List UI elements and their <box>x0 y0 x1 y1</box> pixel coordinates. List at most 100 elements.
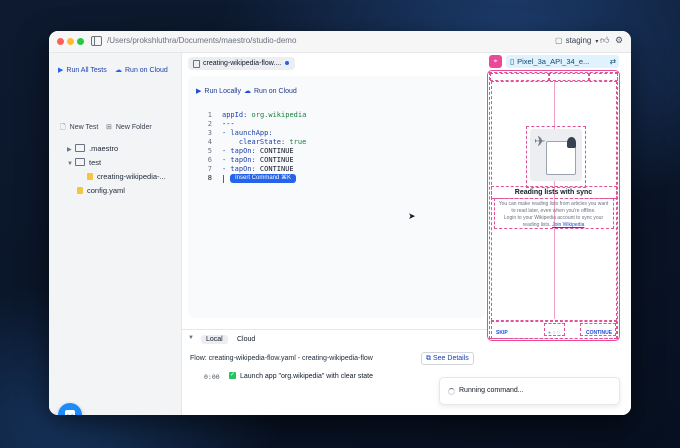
code-key: appId: <box>222 111 248 119</box>
chevron-right-icon: ▶ <box>67 147 72 153</box>
bookmark-icon <box>567 137 576 148</box>
see-details-label: See Details <box>433 355 469 362</box>
new-test-button[interactable]: 🗋︎ New Test <box>60 123 98 134</box>
new-file-icon: 🗋︎ <box>60 124 66 131</box>
body-line: You can make reading lists from articles… <box>498 201 609 207</box>
code-line: 1 appId: org.wikipedia <box>198 111 307 120</box>
tab-cloud[interactable]: Cloud <box>232 335 260 344</box>
zoom-window-button[interactable] <box>77 38 84 45</box>
code-value: true <box>285 138 307 146</box>
tree-item-test[interactable]: ▼ test <box>67 158 101 167</box>
running-command-toast: Running command... <box>439 377 620 405</box>
reading-list-illustration: ✈ <box>530 129 582 181</box>
new-folder-button[interactable]: ⊞ New Folder <box>106 123 152 131</box>
code-key: - tapOn: <box>222 165 256 173</box>
code-key: - tapOn: <box>222 156 256 164</box>
step-time: 0:00 <box>204 373 220 381</box>
chat-icon <box>65 410 75 415</box>
skip-button[interactable]: SKIP <box>496 330 508 336</box>
sidebar-run-on-cloud-button[interactable]: ☁ Run on Cloud <box>115 66 168 74</box>
code-line: 2 --- <box>198 120 306 129</box>
sidebar-run-on-cloud-label: Run on Cloud <box>125 67 168 74</box>
studio-window: /Users/prokshluthra/Documents/maestro/st… <box>49 31 631 415</box>
new-folder-icon: ⊞ <box>106 124 112 131</box>
toast-label: Running command... <box>459 387 524 394</box>
minimize-window-button[interactable] <box>67 38 74 45</box>
editor-card: ▶ Run Locally ☁ Run on Cloud 1 appId: org.w… <box>188 76 485 318</box>
new-folder-label: New Folder <box>115 124 152 131</box>
text-cursor <box>223 175 224 183</box>
folder-icon <box>75 158 85 166</box>
code-text: --- <box>222 120 235 128</box>
tree-item-label: config.yaml <box>87 186 125 195</box>
code-line: 5 - tapOn: CONTINUE <box>198 147 306 156</box>
folder-icon <box>75 144 85 152</box>
environment-select[interactable]: ▢ staging ▾ <box>555 36 598 45</box>
device-name: Pixel_3a_API_34_e... <box>517 57 590 66</box>
run-locally-button[interactable]: ▶ Run Locally <box>196 87 241 95</box>
line-number: 5 <box>207 147 212 155</box>
phone-icon: ▯ <box>510 57 515 66</box>
line-number: 8 <box>207 174 212 182</box>
tab-local[interactable]: Local <box>201 335 228 344</box>
inspector-box <box>490 73 550 81</box>
line-number: 3 <box>207 129 212 137</box>
close-window-button[interactable] <box>57 38 64 45</box>
spinner-icon <box>448 388 455 395</box>
new-test-label: New Test <box>69 124 99 131</box>
title-bar: /Users/prokshluthra/Documents/maestro/st… <box>49 31 631 53</box>
external-link-icon: ⧉ <box>426 355 431 362</box>
run-on-cloud-label: Run on Cloud <box>254 88 297 95</box>
sidebar-toggle-icon[interactable] <box>91 36 102 46</box>
run-all-tests-button[interactable]: ▶ Run All Tests <box>58 66 107 74</box>
thumbs-up-icon[interactable]: 👍︎ <box>600 35 609 46</box>
sidebar: ▶ Run All Tests ☁ Run on Cloud 🗋︎ New Test … <box>49 53 182 415</box>
code-value: org.wikipedia <box>247 111 307 119</box>
chevron-down-icon: ▼ <box>67 161 73 167</box>
body-line: reading lists. <box>522 222 551 228</box>
step-label: Launch app "org.wikipedia" with clear st… <box>240 373 373 380</box>
chevron-down-icon: ▾ <box>595 39 599 45</box>
yaml-file-icon <box>87 173 93 180</box>
switch-device-icon[interactable]: ⇄ <box>610 55 616 68</box>
join-wikipedia-link[interactable]: Join Wikipedia <box>552 222 584 228</box>
tab-flow-file[interactable]: creating-wikipedia-flow.... <box>188 57 295 70</box>
see-details-button[interactable]: ⧉ See Details <box>421 352 474 365</box>
line-number: 4 <box>207 138 212 146</box>
code-line: 7 - tapOn: CONTINUE <box>198 165 306 174</box>
run-all-tests-label: Run All Tests <box>66 67 107 74</box>
continue-button[interactable]: CONTINUE <box>586 330 612 336</box>
inspector-icon[interactable]: ⌖ <box>489 55 502 68</box>
cloud-icon: ☁ <box>244 88 251 95</box>
code-editor[interactable]: 1 appId: org.wikipedia 2 --- 3 - launchApp:… <box>198 111 306 183</box>
code-line: 3 - launchApp: <box>198 129 306 138</box>
tree-item-config[interactable]: config.yaml <box>77 186 125 195</box>
tree-item-label: .maestro <box>89 144 119 153</box>
device-tab[interactable]: ▯ Pixel_3a_API_34_e... ⇄ <box>506 55 619 68</box>
device-pane: ⌖ ▯ Pixel_3a_API_34_e... ⇄ ✈ Reading list <box>487 53 631 415</box>
line-number: 6 <box>207 156 212 164</box>
tree-item-maestro[interactable]: ▶ .maestro <box>67 144 118 153</box>
run-on-cloud-button[interactable]: ☁ Run on Cloud <box>244 87 297 95</box>
collapse-panel-icon[interactable]: ▼ <box>188 335 194 341</box>
device-screen[interactable]: ✈ Reading lists with sync You can make r… <box>487 70 620 341</box>
code-value: CONTINUE <box>255 165 294 173</box>
tree-item-flow-file[interactable]: creating-wikipedia-... <box>87 172 166 181</box>
check-icon: ✓ <box>229 372 236 379</box>
insert-command-button[interactable]: Insert Command ⌘K <box>230 174 297 183</box>
body-line: to read later, even when you're offline. <box>511 208 596 214</box>
code-line: 6 - tapOn: CONTINUE <box>198 156 306 165</box>
onboarding-body: You can make reading lists from articles… <box>496 201 611 229</box>
line-number: 7 <box>207 165 212 173</box>
tree-item-label: test <box>89 158 102 167</box>
flow-label: Flow: creating-wikipedia-flow.yaml - cre… <box>190 355 373 362</box>
run-locally-label: Run Locally <box>204 88 241 95</box>
device-icon: ▢ <box>555 36 563 45</box>
page-indicator: ● ○ ○ <box>548 330 560 336</box>
body-line: Login to your Wikipedia account to sync … <box>503 215 604 221</box>
chat-support-button[interactable] <box>58 403 82 415</box>
tab-label: creating-wikipedia-flow.... <box>203 60 282 67</box>
code-key: - launchApp: <box>222 129 273 137</box>
gear-icon[interactable]: ⚙ <box>615 35 623 46</box>
line-number: 2 <box>207 120 212 128</box>
